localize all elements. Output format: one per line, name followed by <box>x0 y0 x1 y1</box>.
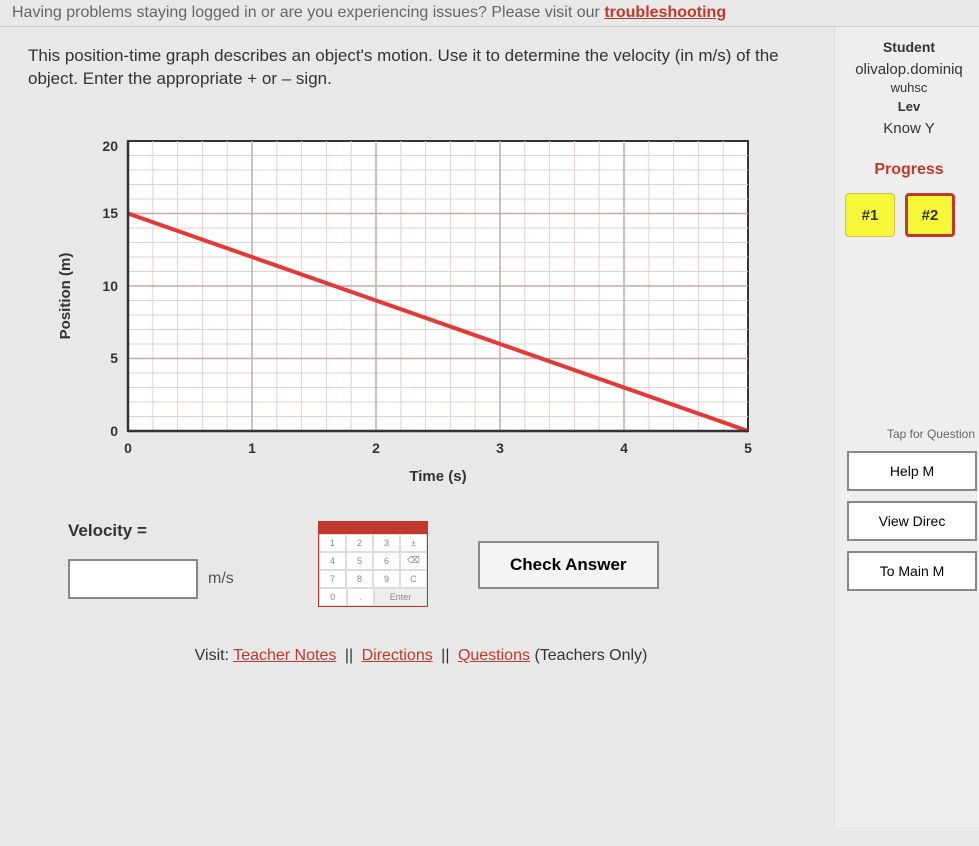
progress-heading: Progress <box>839 161 979 179</box>
activity-name: Know Y <box>839 120 979 137</box>
position-time-chart: 0 1 2 3 4 5 0 5 10 15 20 <box>48 121 814 491</box>
x-tick-1: 1 <box>248 440 256 456</box>
x-tick-2: 2 <box>372 440 380 456</box>
y-tick-5: 5 <box>110 350 118 366</box>
velocity-input[interactable] <box>68 559 198 599</box>
answer-row: Velocity = m/s 123± 456⌫ 789C 0.Enter Ch… <box>68 521 814 607</box>
x-tick-5: 5 <box>744 440 752 456</box>
x-axis-label: Time (s) <box>409 468 466 485</box>
x-tick-3: 3 <box>496 440 504 456</box>
tap-hint: Tap for Question <box>839 427 979 441</box>
x-tick-4: 4 <box>620 440 628 456</box>
troubleshooting-link[interactable]: troubleshooting <box>604 4 726 21</box>
footer-suffix: (Teachers Only) <box>534 647 647 664</box>
number-keypad[interactable]: 123± 456⌫ 789C 0.Enter <box>318 521 428 607</box>
to-main-button[interactable]: To Main M <box>847 551 977 591</box>
main-content: This position-time graph describes an ob… <box>0 27 834 827</box>
y-axis-label: Position (m) <box>57 253 74 340</box>
velocity-unit: m/s <box>208 570 234 588</box>
question-text: This position-time graph describes an ob… <box>28 45 814 91</box>
footer-prefix: Visit: <box>195 647 234 664</box>
student-heading: Student <box>839 39 979 55</box>
velocity-label: Velocity = <box>68 521 268 541</box>
y-tick-10: 10 <box>102 278 118 294</box>
help-button[interactable]: Help M <box>847 451 977 491</box>
footer-links: Visit: Teacher Notes || Directions || Qu… <box>28 647 814 665</box>
y-tick-15: 15 <box>102 205 118 221</box>
level-label: Lev <box>839 99 979 114</box>
y-tick-20: 20 <box>102 138 118 154</box>
progress-item-1[interactable]: #1 <box>845 193 895 237</box>
directions-link[interactable]: Directions <box>362 647 433 664</box>
student-school: wuhsc <box>839 80 979 95</box>
student-name: olivalop.dominiq <box>839 61 979 78</box>
teacher-notes-link[interactable]: Teacher Notes <box>233 647 336 664</box>
y-tick-0: 0 <box>110 423 118 439</box>
questions-link[interactable]: Questions <box>458 647 530 664</box>
progress-boxes: #1 #2 <box>839 193 979 237</box>
x-tick-0: 0 <box>124 440 132 456</box>
view-directions-button[interactable]: View Direc <box>847 501 977 541</box>
check-answer-button[interactable]: Check Answer <box>478 541 659 589</box>
progress-item-2[interactable]: #2 <box>905 193 955 237</box>
banner-text: Having problems staying logged in or are… <box>12 4 604 21</box>
top-banner: Having problems staying logged in or are… <box>0 0 979 27</box>
sidebar: Student olivalop.dominiq wuhsc Lev Know … <box>834 27 979 827</box>
